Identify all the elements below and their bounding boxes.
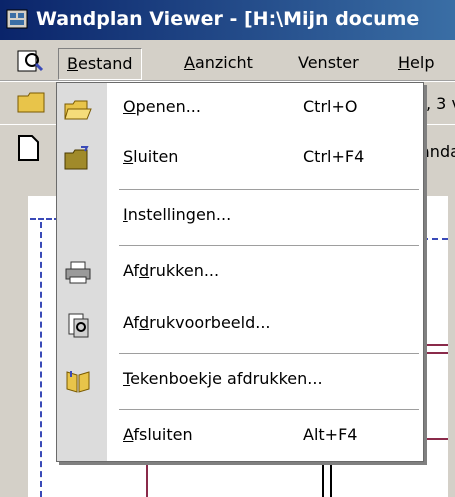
wall-line: [322, 460, 324, 497]
guide-line: [422, 238, 448, 240]
menu-item-shortcut: Ctrl+F4: [303, 147, 365, 166]
menu-help-mnemonic: H: [398, 53, 411, 72]
menu-bestand-label: estand: [77, 54, 133, 73]
tab-fragment: anda: [420, 142, 455, 161]
close-folder-icon: [64, 146, 89, 170]
menu-help[interactable]: Help: [398, 50, 434, 76]
menu-aanzicht-mnemonic: A: [184, 53, 195, 72]
menu-bestand-mnemonic: B: [67, 54, 78, 73]
open-folder-toolbar-icon[interactable]: [16, 88, 50, 116]
wall-line: [146, 460, 148, 497]
zoom-icon[interactable]: [16, 48, 46, 74]
menu-separator: [119, 409, 419, 410]
book-icon: [66, 371, 90, 393]
wall-line: [422, 344, 448, 346]
menu-item-label: Tekenboekje afdrukken...: [123, 369, 323, 388]
window-title: Wandplan Viewer - [H:\Mijn docume: [36, 8, 420, 30]
menu-item-shortcut: Ctrl+O: [303, 97, 358, 116]
document-icon[interactable]: [16, 134, 42, 162]
wall-line: [330, 460, 332, 497]
menu-item-label: Afdrukvoorbeeld...: [123, 313, 271, 332]
menu-item-label: Instellingen...: [123, 205, 232, 224]
menu-item-tekenboekje[interactable]: Tekenboekje afdrukken...: [57, 361, 423, 401]
wall-line: [422, 438, 448, 440]
menu-aanzicht-label: anzicht: [194, 53, 253, 72]
guide-line: [40, 222, 42, 497]
menu-item-shortcut: Alt+F4: [303, 425, 358, 444]
title-bar: Wandplan Viewer - [H:\Mijn docume: [0, 0, 455, 40]
menu-item-label: Sluiten: [123, 147, 179, 166]
print-preview-icon: [68, 313, 89, 338]
menu-separator: [119, 245, 419, 246]
menu-item-label: Openen...: [123, 97, 201, 116]
menu-item-label: Afsluiten: [123, 425, 193, 444]
menu-item-instellingen[interactable]: Instellingen...: [57, 197, 423, 237]
menu-separator: [119, 353, 419, 354]
wall-line: [422, 352, 448, 354]
file-menu-dropdown: Openen... Ctrl+O Sluiten Ctrl+F4 Instell…: [56, 82, 424, 462]
menu-help-label: elp: [410, 53, 435, 72]
menu-bestand[interactable]: Bestand: [58, 48, 142, 80]
menu-item-sluiten[interactable]: Sluiten Ctrl+F4: [57, 139, 423, 179]
menu-item-afdrukvoorbeeld[interactable]: Afdrukvoorbeeld...: [57, 305, 423, 345]
open-folder-icon: [64, 100, 92, 120]
menu-item-openen[interactable]: Openen... Ctrl+O: [57, 89, 423, 129]
menu-separator: [119, 189, 419, 190]
menu-venster-label: Venster: [298, 53, 359, 72]
menu-venster[interactable]: Venster: [298, 50, 359, 76]
menu-item-label: Afdrukken...: [123, 261, 220, 280]
menu-item-afdrukken[interactable]: Afdrukken...: [57, 253, 423, 293]
toolbar-fragment: , 3 v: [426, 94, 455, 113]
menu-aanzicht[interactable]: Aanzicht: [184, 50, 253, 76]
printer-icon: [65, 261, 91, 284]
app-icon: [6, 9, 28, 29]
menu-item-afsluiten[interactable]: Afsluiten Alt+F4: [57, 417, 423, 457]
